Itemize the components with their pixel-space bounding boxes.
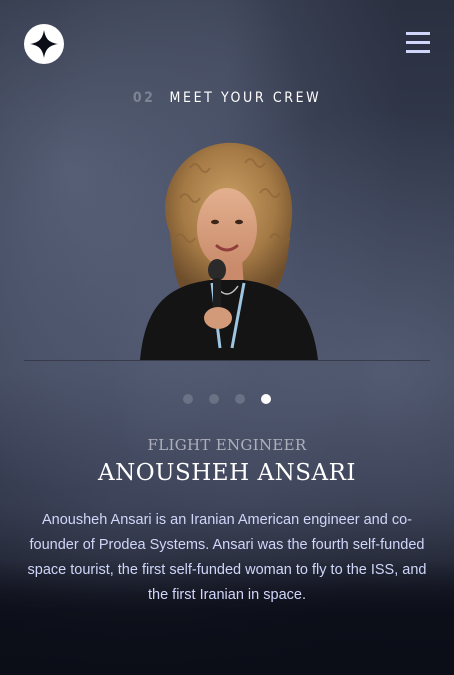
crew-dot-2[interactable]: [209, 394, 219, 404]
crew-role: Flight Engineer: [147, 436, 307, 454]
crew-name: Anousheh Ansari: [98, 460, 356, 486]
page-heading: 02 Meet your crew: [0, 90, 454, 106]
logo[interactable]: [24, 24, 64, 64]
hamburger-icon-line: [406, 41, 430, 44]
star-icon: [30, 30, 58, 58]
crew-pagination: [0, 394, 454, 404]
page-title: Meet your crew: [169, 90, 322, 106]
image-divider: [24, 360, 430, 361]
crew-dot-3[interactable]: [235, 394, 245, 404]
crew-dot-1[interactable]: [183, 394, 193, 404]
crew-bio: Anousheh Ansari is an Iranian American e…: [27, 512, 427, 603]
page-number: 02: [132, 90, 156, 106]
hamburger-icon: [406, 32, 430, 35]
crew-image: [120, 138, 334, 360]
hamburger-icon-line: [406, 50, 430, 53]
menu-button[interactable]: [406, 32, 430, 53]
crew-dot-4-active[interactable]: [261, 394, 271, 404]
